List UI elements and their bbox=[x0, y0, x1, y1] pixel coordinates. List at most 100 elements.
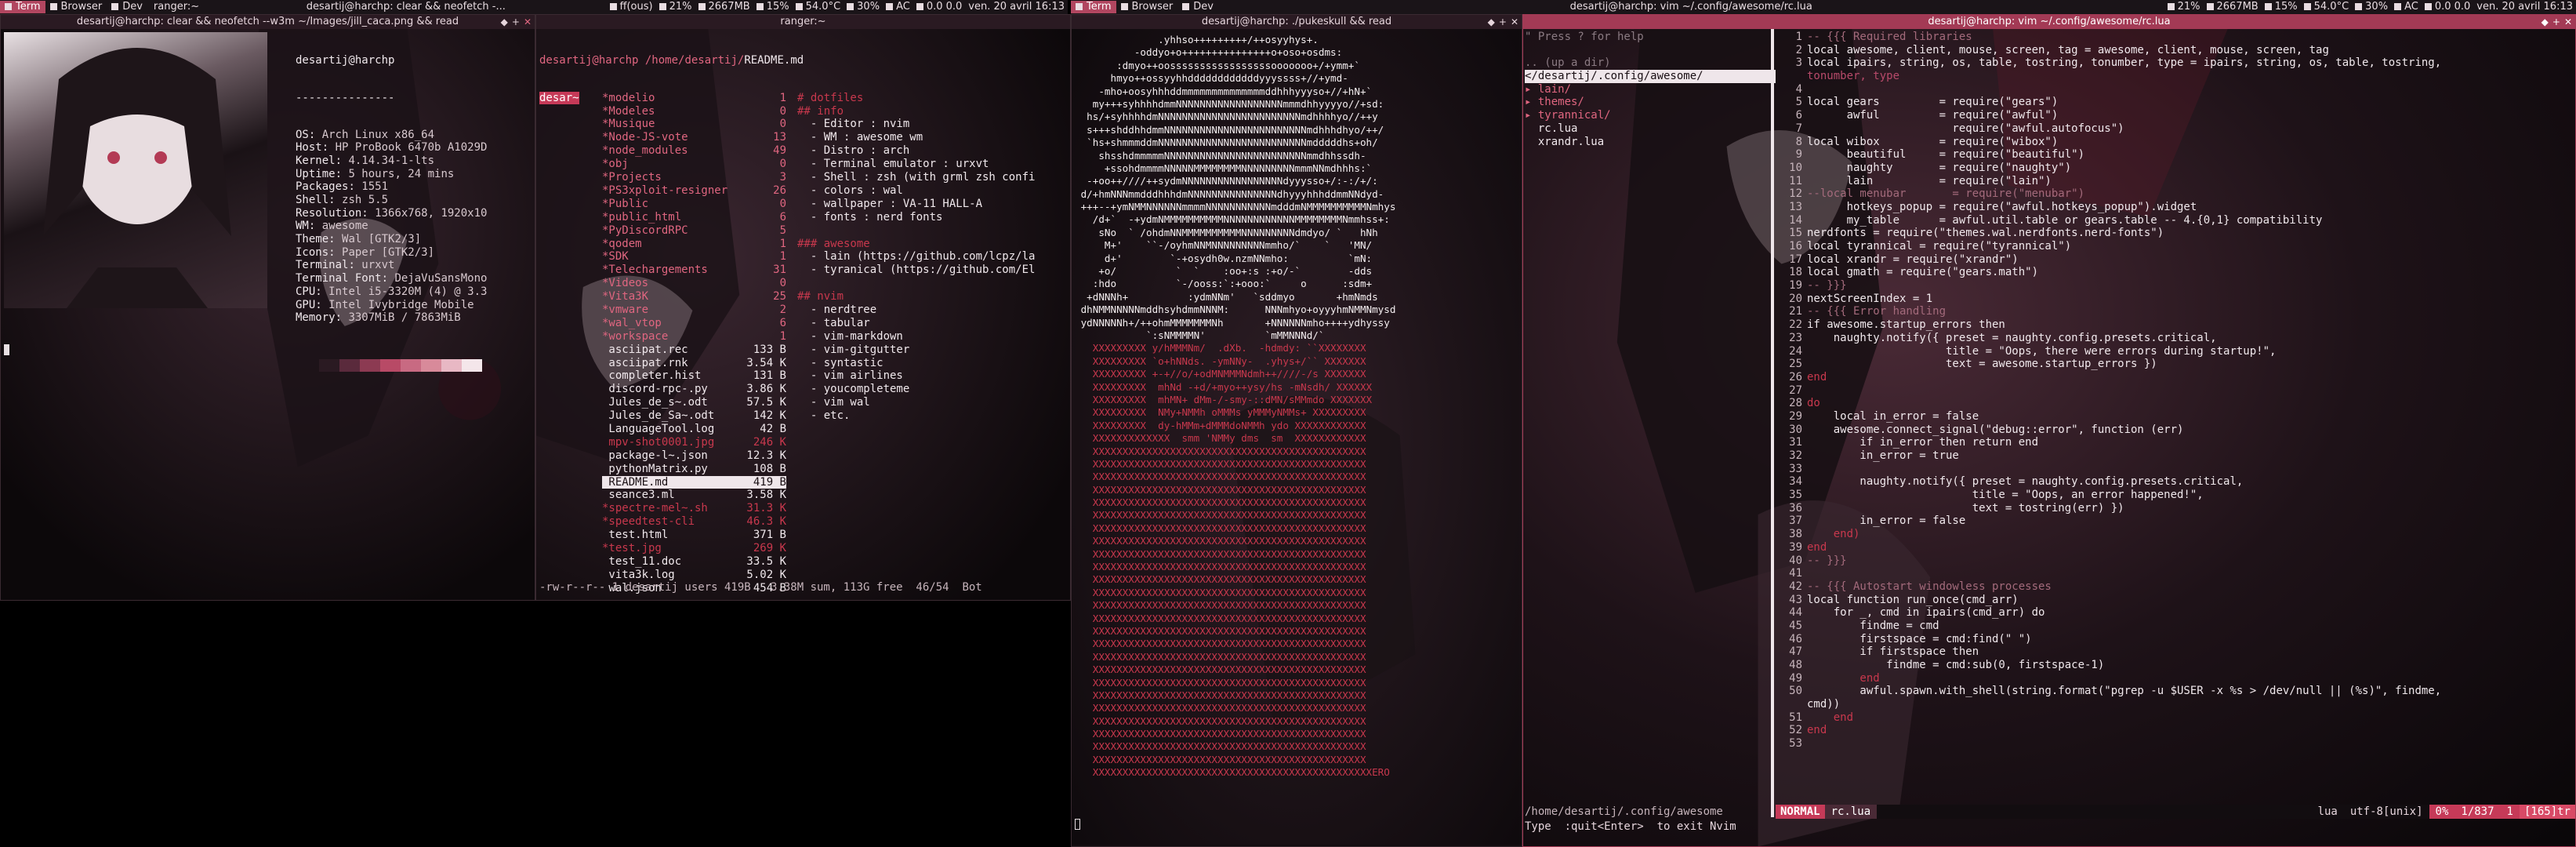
art-line: -mho+oosyhhhddmmmmmmmmmmmmmmddhhhyyyso+/… bbox=[1075, 85, 1373, 97]
file-name: *Public bbox=[602, 197, 649, 210]
line-number: 52 bbox=[1789, 724, 1802, 737]
file-entry[interactable]: *modelio 1 bbox=[602, 92, 786, 105]
tag-browser[interactable]: Browser bbox=[1116, 1, 1178, 13]
tree-entry[interactable]: xrandr.lua bbox=[1525, 136, 1776, 149]
tag-term[interactable]: Term bbox=[0, 1, 45, 13]
tree-entry[interactable]: ▸ lain/ bbox=[1525, 83, 1776, 96]
code-editor[interactable]: 1 -- {{{ Required libraries 2 local awesome… bbox=[1776, 31, 2575, 751]
line-number: 18 bbox=[1789, 266, 1802, 279]
file-entry[interactable]: *Vita3K 25 bbox=[602, 290, 786, 304]
file-entry[interactable]: *Musique 0 bbox=[602, 118, 786, 131]
file-entry[interactable]: *public_html 6 bbox=[602, 211, 786, 224]
tag-browser[interactable]: Browser bbox=[45, 1, 107, 13]
art-line: +++--+ymNMMNNNNNNmmmmNNNNNNNNNNNmdddmNMM… bbox=[1075, 201, 1396, 213]
file-entry[interactable]: *workspace 1 bbox=[602, 330, 786, 344]
info-key: Resolution bbox=[296, 206, 362, 220]
code-text: end bbox=[1807, 540, 1827, 554]
file-entry[interactable]: seance3.ml 3.58 K bbox=[602, 489, 786, 502]
command-line[interactable]: Type :quit<Enter> to exit Nvim bbox=[1525, 820, 1736, 834]
file-entry[interactable]: asciipat.rec 133 B bbox=[602, 344, 786, 357]
file-entry[interactable]: Jules_de_Sa~.odt 142 K bbox=[602, 409, 786, 423]
line-number: 24 bbox=[1789, 344, 1802, 358]
close-icon[interactable]: ✕ bbox=[1511, 15, 1518, 29]
file-entry[interactable]: *Modeles 0 bbox=[602, 105, 786, 118]
widget-icon bbox=[795, 3, 803, 11]
file-entry[interactable]: Jules_de_s~.odt 57.5 K bbox=[602, 396, 786, 409]
file-entry[interactable]: mpv-shot0001.jpg 246 K bbox=[602, 436, 786, 449]
window-controls[interactable]: ◆ + ✕ bbox=[2542, 15, 2572, 29]
file-entry[interactable]: README.md 419 B bbox=[602, 475, 786, 489]
file-entry[interactable]: *PS3xploit-resigner 26 bbox=[602, 184, 786, 198]
file-entry[interactable]: asciipat.rnk 3.54 K bbox=[602, 357, 786, 370]
vim-window[interactable]: desartij@harchp: vim ~/.config/awesome/r… bbox=[1522, 14, 2576, 847]
float-icon[interactable]: ◆ bbox=[501, 15, 508, 29]
file-entry[interactable]: *node_modules 49 bbox=[602, 144, 786, 158]
close-icon[interactable]: ✕ bbox=[2564, 15, 2572, 29]
file-entry[interactable]: *PyDiscordRPC 5 bbox=[602, 224, 786, 238]
user-host: desartij@harchp bbox=[296, 54, 395, 67]
file-entry[interactable]: *wal_vtop 6 bbox=[602, 317, 786, 330]
file-entry[interactable]: discord-rpc-.py 3.86 K bbox=[602, 383, 786, 396]
tag-list: Term Browser Dev bbox=[1071, 1, 1218, 13]
window-titlebar[interactable]: desartij@harchp: clear && neofetch --w3m… bbox=[1, 15, 535, 29]
file-entry[interactable]: pythonMatrix.py 108 B bbox=[602, 463, 786, 476]
code-text: end bbox=[1807, 724, 1827, 737]
code-line: 25 text = awesome.startup_errors }) bbox=[1776, 358, 2575, 371]
file-entry[interactable]: vita3k.log 5.02 K bbox=[602, 569, 786, 582]
tree-entry[interactable] bbox=[1525, 44, 1776, 57]
code-line: 15 nerdfonts = require("themes.wal.nerdfo… bbox=[1776, 227, 2575, 240]
file-entry[interactable]: *spectre-mel~.sh 31.3 K bbox=[602, 502, 786, 515]
file-entry[interactable]: *Projects 3 bbox=[602, 171, 786, 184]
tree-entry[interactable]: ▸ tyrannical/ bbox=[1525, 109, 1776, 122]
file-entry[interactable]: *qodem 1 bbox=[602, 238, 786, 251]
float-icon[interactable]: ◆ bbox=[1488, 15, 1495, 29]
tree-entry[interactable]: rc.lua bbox=[1525, 122, 1776, 136]
palette-swatch bbox=[441, 359, 462, 373]
palette-swatch bbox=[421, 359, 441, 373]
tag-term[interactable]: Term bbox=[1071, 1, 1116, 13]
max-icon[interactable]: + bbox=[1499, 15, 1507, 29]
tab-home[interactable]: desar~ bbox=[539, 91, 579, 104]
file-entry[interactable]: *test.jpg 269 K bbox=[602, 542, 786, 555]
window-controls[interactable]: ◆ + ✕ bbox=[1488, 15, 1518, 29]
info-row: Kernel: 4.14.34-1-lts bbox=[296, 154, 435, 167]
file-entry[interactable]: test.html 371 B bbox=[602, 529, 786, 542]
window-controls[interactable]: ◆ + ✕ bbox=[501, 15, 532, 29]
close-icon[interactable]: ✕ bbox=[524, 15, 532, 29]
art-line: XXXXXXXXXXXXXXXXXXXXXXXXXXXXXXXXXXXXXXXX… bbox=[1075, 663, 1366, 676]
window-titlebar[interactable]: ranger:~ bbox=[536, 15, 1070, 29]
ranger-window[interactable]: ranger:~ desartij@harchp /home/desartij/… bbox=[535, 14, 1071, 601]
tree-entry[interactable]: ▸ themes/ bbox=[1525, 96, 1776, 109]
percent: 0% bbox=[2429, 805, 2455, 819]
art-line: XXXXXXXXXXXXXXXXXXXXXXXXXXXXXXXXXXXXXXXX… bbox=[1075, 496, 1366, 509]
tree-entry[interactable]: " Press ? for help bbox=[1525, 31, 1776, 44]
file-entry[interactable]: *vmware 2 bbox=[602, 304, 786, 317]
tree-entry[interactable]: </desartij/.config/awesome/ bbox=[1525, 70, 1776, 83]
file-entry[interactable]: package-l~.json 12.3 K bbox=[602, 449, 786, 463]
tag-dev[interactable]: Dev bbox=[107, 1, 147, 13]
file-entry[interactable]: LanguageTool.log 42 B bbox=[602, 423, 786, 436]
tag-dev[interactable]: Dev bbox=[1177, 1, 1218, 13]
nerdtree-panel[interactable]: " Press ? for help .. (up a dir) </desarti… bbox=[1525, 31, 1776, 148]
file-entry[interactable]: *speedtest-cli 46.3 K bbox=[602, 515, 786, 529]
float-icon[interactable]: ◆ bbox=[2542, 15, 2549, 29]
file-entry[interactable]: completer.hist 131 B bbox=[602, 369, 786, 383]
pukeskull-window[interactable]: desartij@harchp: ./pukeskull && read ◆ + ✕… bbox=[1071, 14, 1522, 847]
neofetch-image bbox=[4, 32, 267, 308]
line-number: 41 bbox=[1789, 567, 1802, 580]
widget-icon bbox=[916, 3, 923, 11]
file-entry[interactable]: *obj 0 bbox=[602, 158, 786, 171]
file-entry[interactable]: *Videos 0 bbox=[602, 277, 786, 290]
file-entry[interactable]: *SDK 1 bbox=[602, 250, 786, 264]
tree-entry[interactable]: .. (up a dir) bbox=[1525, 56, 1776, 70]
file-entry[interactable]: test_11.doc 33.5 K bbox=[602, 555, 786, 569]
max-icon[interactable]: + bbox=[2552, 15, 2560, 29]
window-titlebar[interactable]: desartij@harchp: vim ~/.config/awesome/r… bbox=[1523, 15, 2575, 29]
file-entry[interactable]: *Node-JS-vote 13 bbox=[602, 131, 786, 144]
neofetch-window[interactable]: desartij@harchp: clear && neofetch --w3m… bbox=[0, 14, 535, 601]
file-list[interactable]: *modelio 1 *Modeles 0 *Musique 0 *Node-JS-vote… bbox=[602, 92, 786, 595]
file-entry[interactable]: *Telechargements 31 bbox=[602, 264, 786, 277]
window-titlebar[interactable]: desartij@harchp: ./pukeskull && read ◆ + ✕ bbox=[1072, 15, 1522, 29]
file-entry[interactable]: *Public 0 bbox=[602, 198, 786, 211]
max-icon[interactable]: + bbox=[512, 15, 520, 29]
